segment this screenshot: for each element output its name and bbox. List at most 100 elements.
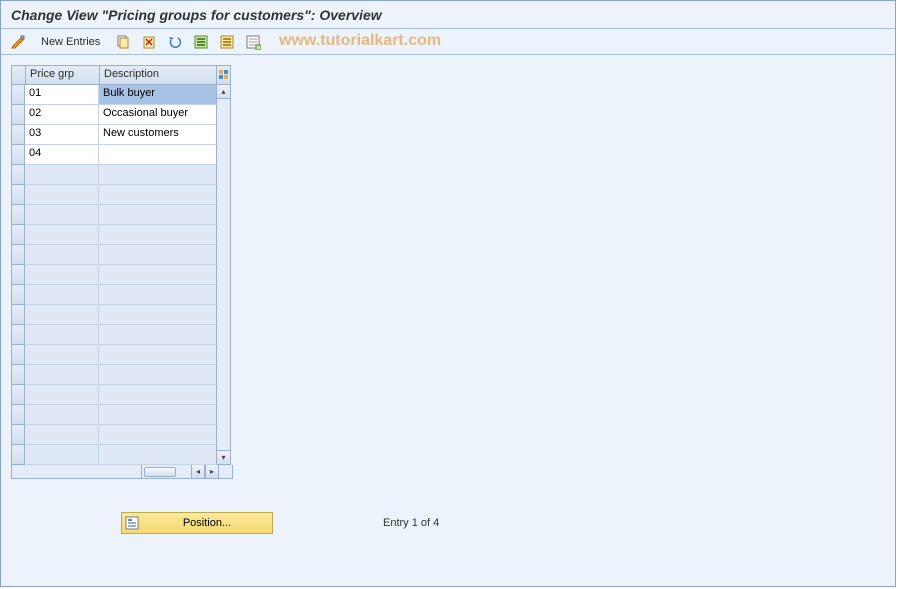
- cell-description[interactable]: [99, 445, 217, 465]
- row-selector[interactable]: [11, 245, 25, 265]
- table-row-empty[interactable]: [11, 345, 217, 365]
- table-row-empty[interactable]: [11, 265, 217, 285]
- table-row[interactable]: 03New customers: [11, 125, 217, 145]
- table-row-empty[interactable]: [11, 245, 217, 265]
- undo-change-icon[interactable]: [164, 32, 186, 52]
- cell-description[interactable]: [99, 405, 217, 425]
- toggle-display-change-icon[interactable]: [7, 32, 29, 52]
- scroll-left-icon[interactable]: ◂: [191, 465, 205, 479]
- row-selector[interactable]: [11, 405, 25, 425]
- cell-price-grp[interactable]: [25, 285, 99, 305]
- horizontal-scrollbar[interactable]: ◂ ▸: [11, 465, 243, 479]
- cell-description[interactable]: [99, 365, 217, 385]
- table-row-empty[interactable]: [11, 165, 217, 185]
- scroll-down-icon[interactable]: ▾: [217, 450, 230, 464]
- table-row-empty[interactable]: [11, 325, 217, 345]
- row-selector[interactable]: [11, 125, 25, 145]
- cell-price-grp[interactable]: 03: [25, 125, 99, 145]
- cell-description[interactable]: [99, 145, 217, 165]
- row-selector[interactable]: [11, 305, 25, 325]
- column-header-description[interactable]: Description: [99, 65, 217, 85]
- table-row[interactable]: 01Bulk buyer: [11, 85, 217, 105]
- header-select-column[interactable]: [11, 65, 25, 85]
- row-selector[interactable]: [11, 85, 25, 105]
- cell-description[interactable]: [99, 265, 217, 285]
- table-row-empty[interactable]: [11, 425, 217, 445]
- select-block-icon[interactable]: [216, 32, 238, 52]
- cell-description[interactable]: [99, 225, 217, 245]
- row-selector[interactable]: [11, 365, 25, 385]
- row-selector[interactable]: [11, 325, 25, 345]
- app-frame: Change View "Pricing groups for customer…: [0, 0, 896, 587]
- table-row[interactable]: 04: [11, 145, 217, 165]
- cell-description[interactable]: Occasional buyer: [99, 105, 217, 125]
- cell-description[interactable]: [99, 165, 217, 185]
- table-row-empty[interactable]: [11, 305, 217, 325]
- cell-price-grp[interactable]: [25, 185, 99, 205]
- cell-price-grp[interactable]: [25, 265, 99, 285]
- row-selector[interactable]: [11, 145, 25, 165]
- cell-price-grp[interactable]: [25, 405, 99, 425]
- table-settings-icon[interactable]: [217, 65, 231, 85]
- hscroll-track[interactable]: [142, 465, 191, 479]
- column-header-price-grp[interactable]: Price grp: [25, 65, 99, 85]
- table-row[interactable]: 02Occasional buyer: [11, 105, 217, 125]
- cell-description[interactable]: [99, 285, 217, 305]
- cell-price-grp[interactable]: [25, 345, 99, 365]
- cell-description[interactable]: [99, 205, 217, 225]
- cell-price-grp[interactable]: [25, 205, 99, 225]
- cell-price-grp[interactable]: [25, 365, 99, 385]
- row-selector[interactable]: [11, 185, 25, 205]
- cell-price-grp[interactable]: [25, 305, 99, 325]
- cell-price-grp[interactable]: 02: [25, 105, 99, 125]
- cell-price-grp[interactable]: [25, 385, 99, 405]
- row-selector[interactable]: [11, 105, 25, 125]
- table-row-empty[interactable]: [11, 385, 217, 405]
- cell-description[interactable]: [99, 305, 217, 325]
- table-row-empty[interactable]: [11, 185, 217, 205]
- row-selector[interactable]: [11, 345, 25, 365]
- cell-description[interactable]: [99, 345, 217, 365]
- row-selector[interactable]: [11, 385, 25, 405]
- scroll-track[interactable]: [217, 99, 230, 450]
- cell-price-grp[interactable]: [25, 245, 99, 265]
- row-selector[interactable]: [11, 285, 25, 305]
- cell-price-grp[interactable]: [25, 425, 99, 445]
- row-selector[interactable]: [11, 425, 25, 445]
- position-button[interactable]: Position...: [121, 512, 273, 534]
- cell-description[interactable]: [99, 185, 217, 205]
- scroll-right-icon[interactable]: ▸: [205, 465, 219, 479]
- cell-description[interactable]: [99, 385, 217, 405]
- row-selector[interactable]: [11, 445, 25, 465]
- row-selector[interactable]: [11, 165, 25, 185]
- new-entries-button[interactable]: New Entries: [33, 32, 108, 52]
- row-selector[interactable]: [11, 225, 25, 245]
- cell-description[interactable]: New customers: [99, 125, 217, 145]
- table-row-empty[interactable]: [11, 205, 217, 225]
- watermark-text: www.tutorialkart.com: [279, 32, 441, 50]
- select-all-icon[interactable]: [190, 32, 212, 52]
- cell-price-grp[interactable]: [25, 165, 99, 185]
- cell-price-grp[interactable]: [25, 225, 99, 245]
- deselect-all-icon[interactable]: [242, 32, 264, 52]
- cell-price-grp[interactable]: [25, 445, 99, 465]
- row-selector[interactable]: [11, 205, 25, 225]
- cell-price-grp[interactable]: 04: [25, 145, 99, 165]
- cell-description[interactable]: [99, 245, 217, 265]
- table-row-empty[interactable]: [11, 285, 217, 305]
- scroll-up-icon[interactable]: ▴: [217, 85, 230, 99]
- cell-price-grp[interactable]: 01: [25, 85, 99, 105]
- delete-icon[interactable]: [138, 32, 160, 52]
- row-selector[interactable]: [11, 265, 25, 285]
- vertical-scrollbar[interactable]: ▴ ▾: [217, 85, 231, 465]
- cell-price-grp[interactable]: [25, 325, 99, 345]
- table-row-empty[interactable]: [11, 445, 217, 465]
- table-row-empty[interactable]: [11, 225, 217, 245]
- cell-description[interactable]: Bulk buyer: [99, 85, 217, 105]
- cell-description[interactable]: [99, 425, 217, 445]
- hscroll-thumb[interactable]: [144, 467, 176, 477]
- copy-as-icon[interactable]: [112, 32, 134, 52]
- table-row-empty[interactable]: [11, 365, 217, 385]
- table-row-empty[interactable]: [11, 405, 217, 425]
- cell-description[interactable]: [99, 325, 217, 345]
